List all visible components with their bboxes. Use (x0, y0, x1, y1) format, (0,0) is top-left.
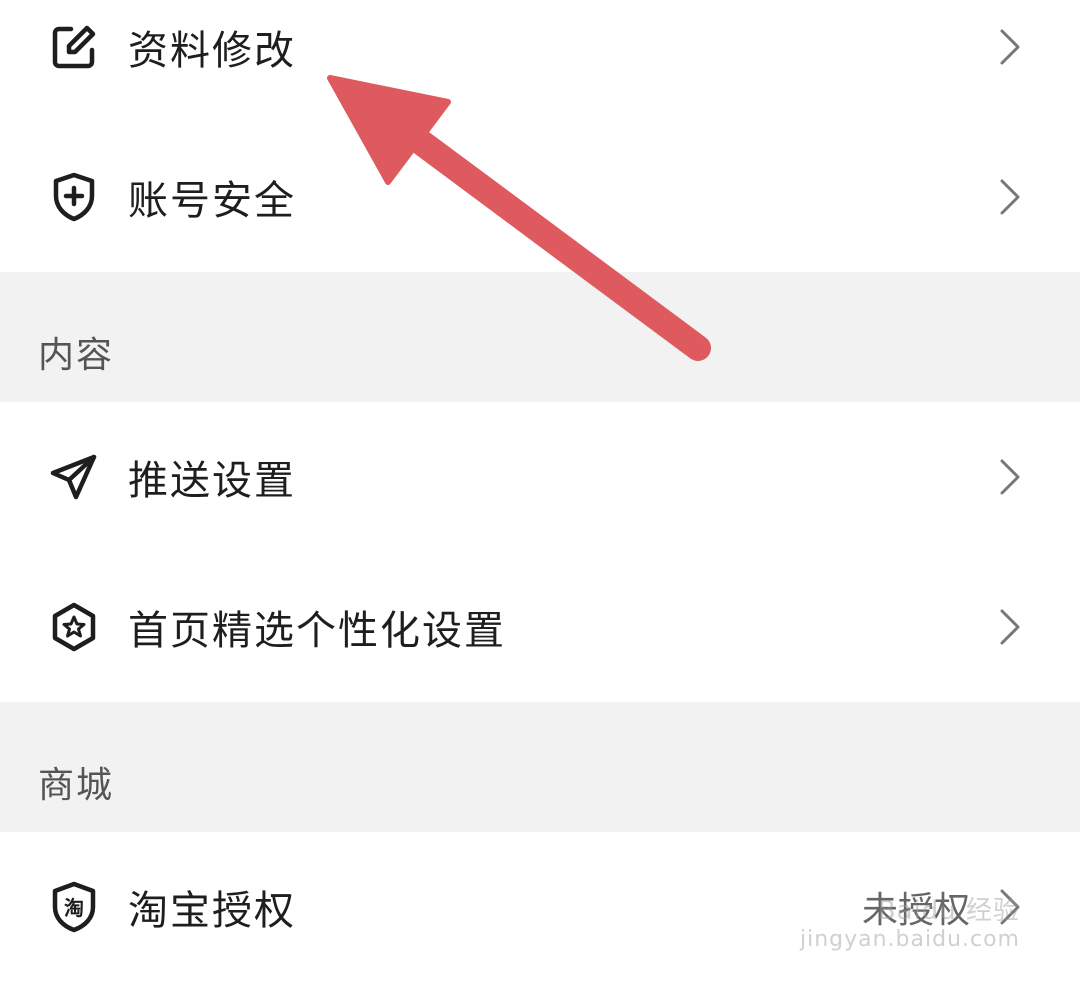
chevron-right-icon (1000, 179, 1020, 215)
settings-item-label: 推送设置 (128, 458, 296, 504)
watermark: Baidu 经验 jingyan.baidu.com (799, 896, 1020, 952)
chevron-right-icon (1000, 29, 1020, 65)
taobao-shield-icon: 淘 (48, 881, 100, 933)
section-header-content: 内容 (0, 272, 1080, 402)
section-title: 内容 (38, 335, 115, 376)
section-header-mall: 商城 (0, 702, 1080, 832)
settings-item-edit-profile[interactable]: 资料修改 (0, 0, 1080, 122)
settings-item-homepage-personalization[interactable]: 首页精选个性化设置 (0, 552, 1080, 702)
settings-item-label: 淘宝授权 (128, 888, 296, 934)
settings-item-label: 首页精选个性化设置 (128, 608, 506, 654)
watermark-brand: Baidu 经验 (877, 896, 1020, 926)
star-badge-icon (48, 601, 100, 653)
send-icon (48, 451, 100, 503)
chevron-right-icon (1000, 609, 1020, 645)
taobao-glyph: 淘 (64, 896, 84, 920)
settings-item-label: 资料修改 (128, 28, 296, 74)
edit-icon (48, 21, 100, 73)
watermark-text: jingyan.baidu.com (799, 927, 1020, 952)
settings-item-push-settings[interactable]: 推送设置 (0, 402, 1080, 552)
settings-item-label: 账号安全 (128, 178, 296, 224)
settings-page: 资料修改 账号安全 内容 推送设置 首页精选个性化设置 商城 淘 淘宝授权 未授… (0, 0, 1080, 984)
section-title: 商城 (38, 765, 115, 806)
chevron-right-icon (1000, 459, 1020, 495)
shield-plus-icon (48, 171, 100, 223)
settings-item-account-security[interactable]: 账号安全 (0, 122, 1080, 272)
